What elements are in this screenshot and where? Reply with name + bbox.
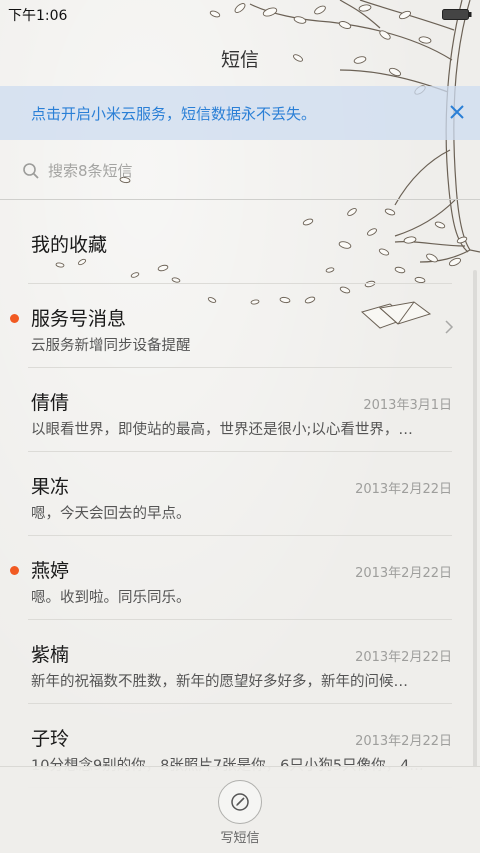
cloud-banner-text[interactable]: 点击开启小米云服务，短信数据永不丢失。 xyxy=(31,103,316,124)
search-input[interactable] xyxy=(48,156,428,186)
status-bar: 下午1:06 xyxy=(0,0,480,28)
conversation-list: 我的收藏 服务号消息 云服务新增同步设备提醒 倩倩 2013年3月1日 以眼看世… xyxy=(0,200,480,788)
conversation-name: 紫楠 xyxy=(31,644,70,666)
conversation-date: 2013年3月1日 xyxy=(363,398,452,413)
conversation-snippet: 新年的祝福数不胜数，新年的愿望好多好多，新年的问候… xyxy=(31,674,408,690)
page-title: 短信 xyxy=(220,49,259,71)
unread-dot xyxy=(10,314,19,323)
conversation-name: 倩倩 xyxy=(31,392,70,414)
conversation-row[interactable]: 服务号消息 云服务新增同步设备提醒 xyxy=(10,284,454,368)
conversation-row[interactable]: 果冻 2013年2月22日 嗯，今天会回去的早点。 xyxy=(28,452,452,536)
favorites-label: 我的收藏 xyxy=(31,234,108,256)
header: 短信 xyxy=(0,28,480,86)
close-icon[interactable] xyxy=(448,103,466,121)
conversation-row[interactable]: 倩倩 2013年3月1日 以眼看世界，即使站的最高，世界还是很小;以心看世界，… xyxy=(28,368,452,452)
chevron-right-icon xyxy=(445,320,454,334)
status-time: 下午1:06 xyxy=(8,8,68,24)
cloud-service-banner[interactable]: 点击开启小米云服务，短信数据永不丢失。 xyxy=(0,86,480,140)
battery-icon xyxy=(442,9,472,20)
bottom-bar: 写短信 xyxy=(0,766,480,853)
conversation-row[interactable]: 紫楠 2013年2月22日 新年的祝福数不胜数，新年的愿望好多好多，新年的问候… xyxy=(28,620,452,704)
favorites-row[interactable]: 我的收藏 xyxy=(28,200,452,284)
compose-button[interactable] xyxy=(218,780,262,824)
search-bar xyxy=(0,142,480,200)
conversation-date: 2013年2月22日 xyxy=(355,650,452,665)
unread-dot xyxy=(10,566,19,575)
conversation-snippet: 云服务新增同步设备提醒 xyxy=(31,338,191,354)
envelope-icon xyxy=(360,301,432,329)
messages-app: 下午1:06 短信 点击开启小米云服务，短信数据永不丢失。 我的收藏 服务号消息 xyxy=(0,0,480,853)
conversation-snippet: 嗯。收到啦。同乐同乐。 xyxy=(31,590,191,606)
search-icon xyxy=(23,163,39,179)
conversation-snippet: 嗯，今天会回去的早点。 xyxy=(31,506,191,522)
conversation-snippet: 以眼看世界，即使站的最高，世界还是很小;以心看世界，… xyxy=(31,422,413,438)
conversation-name: 果冻 xyxy=(31,476,70,498)
compose-label: 写短信 xyxy=(220,831,260,846)
conversation-date: 2013年2月22日 xyxy=(355,734,452,749)
conversation-name: 燕婷 xyxy=(31,560,70,582)
conversation-row[interactable]: 燕婷 2013年2月22日 嗯。收到啦。同乐同乐。 xyxy=(10,536,452,620)
conversation-name: 服务号消息 xyxy=(31,308,127,330)
compose-icon xyxy=(231,793,249,811)
conversation-date: 2013年2月22日 xyxy=(355,566,452,581)
conversation-name: 子玲 xyxy=(31,728,70,750)
conversation-date: 2013年2月22日 xyxy=(355,482,452,497)
scrollbar[interactable] xyxy=(473,270,477,770)
